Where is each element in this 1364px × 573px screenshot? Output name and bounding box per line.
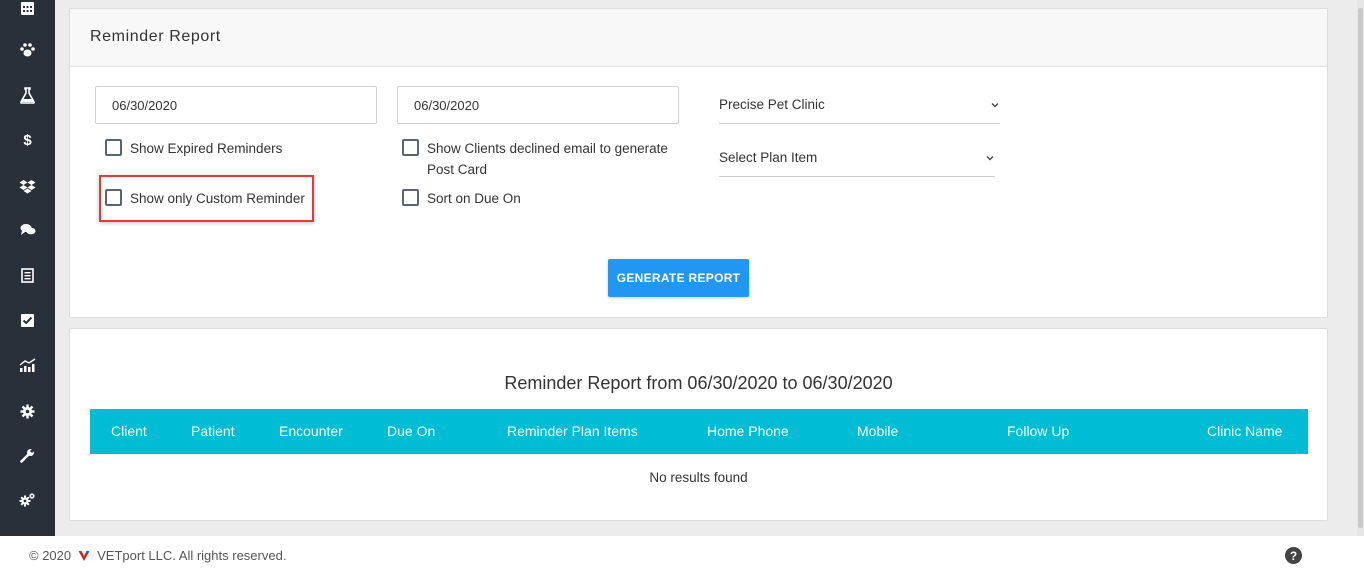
dropbox-icon[interactable] bbox=[0, 168, 55, 204]
checkbox-box[interactable] bbox=[402, 189, 419, 206]
sort-due-checkbox[interactable]: Sort on Due On bbox=[402, 188, 521, 209]
column-header-client[interactable]: Client bbox=[111, 423, 147, 439]
scrollbar-thumb[interactable] bbox=[1358, 8, 1363, 528]
report-table-header: Client Patient Encounter Due On Reminder… bbox=[90, 409, 1308, 454]
column-header-follow-up[interactable]: Follow Up bbox=[1007, 423, 1069, 439]
chevron-down-icon bbox=[991, 102, 999, 107]
column-header-clinic-name[interactable]: Clinic Name bbox=[1207, 423, 1282, 439]
company-name: VETport LLC. All rights reserved. bbox=[97, 548, 287, 563]
column-header-due-on[interactable]: Due On bbox=[387, 423, 435, 439]
to-date-input[interactable] bbox=[397, 86, 679, 124]
scrollbar[interactable] bbox=[1357, 0, 1364, 536]
plan-item-select[interactable]: Select Plan Item bbox=[719, 139, 995, 177]
vetport-logo-icon bbox=[78, 550, 90, 561]
column-header-mobile[interactable]: Mobile bbox=[857, 423, 898, 439]
clinic-select[interactable]: Precise Pet Clinic bbox=[719, 86, 1000, 124]
dollar-icon[interactable]: $ bbox=[0, 122, 55, 158]
show-declined-label: Show Clients declined email to generate … bbox=[427, 141, 668, 177]
filter-panel-header: Reminder Report bbox=[70, 9, 1327, 67]
calendar-icon[interactable] bbox=[0, 0, 55, 26]
checkbox-box[interactable] bbox=[105, 189, 122, 206]
generate-report-button[interactable]: GENERATE REPORT bbox=[608, 259, 749, 297]
show-expired-label: Show Expired Reminders bbox=[130, 141, 283, 156]
show-custom-label: Show only Custom Reminder bbox=[130, 191, 305, 206]
copyright-year: © 2020 bbox=[29, 548, 72, 563]
column-header-patient[interactable]: Patient bbox=[191, 423, 235, 439]
show-custom-checkbox[interactable]: Show only Custom Reminder bbox=[105, 188, 305, 209]
column-header-encounter[interactable]: Encounter bbox=[279, 423, 343, 439]
page-title: Reminder Report bbox=[90, 28, 221, 45]
plan-item-select-value: Select Plan Item bbox=[719, 150, 818, 165]
sidebar: $ bbox=[0, 0, 55, 536]
show-expired-checkbox[interactable]: Show Expired Reminders bbox=[105, 138, 282, 159]
footer-copyright: © 2020 VETport LLC. All rights reserved. bbox=[29, 548, 286, 563]
column-header-reminder-plan-items[interactable]: Reminder Plan Items bbox=[507, 423, 638, 439]
gear-icon[interactable] bbox=[0, 393, 55, 429]
sort-due-label: Sort on Due On bbox=[427, 191, 521, 206]
no-results-message: No results found bbox=[649, 470, 748, 485]
wrench-icon[interactable] bbox=[0, 437, 55, 473]
show-declined-checkbox[interactable]: Show Clients declined email to generate … bbox=[402, 138, 692, 180]
checkbox-box[interactable] bbox=[402, 139, 419, 156]
clinic-select-value: Precise Pet Clinic bbox=[719, 97, 825, 112]
report-results-panel: Reminder Report from 06/30/2020 to 06/30… bbox=[69, 328, 1328, 521]
chart-icon[interactable] bbox=[0, 347, 55, 383]
chevron-down-icon bbox=[986, 155, 994, 160]
gears-icon[interactable] bbox=[0, 482, 55, 518]
report-title: Reminder Report from 06/30/2020 to 06/30… bbox=[504, 373, 893, 393]
flask-icon[interactable] bbox=[0, 77, 55, 113]
checkbox-box[interactable] bbox=[105, 139, 122, 156]
from-date-input[interactable] bbox=[95, 86, 377, 124]
footer: © 2020 VETport LLC. All rights reserved. bbox=[0, 536, 1364, 573]
checkbox-icon[interactable] bbox=[0, 302, 55, 338]
chat-icon[interactable] bbox=[0, 212, 55, 248]
help-icon[interactable]: ? bbox=[1285, 547, 1302, 564]
receipt-icon[interactable] bbox=[0, 257, 55, 293]
paw-icon[interactable] bbox=[0, 32, 55, 68]
column-header-home-phone[interactable]: Home Phone bbox=[707, 423, 789, 439]
